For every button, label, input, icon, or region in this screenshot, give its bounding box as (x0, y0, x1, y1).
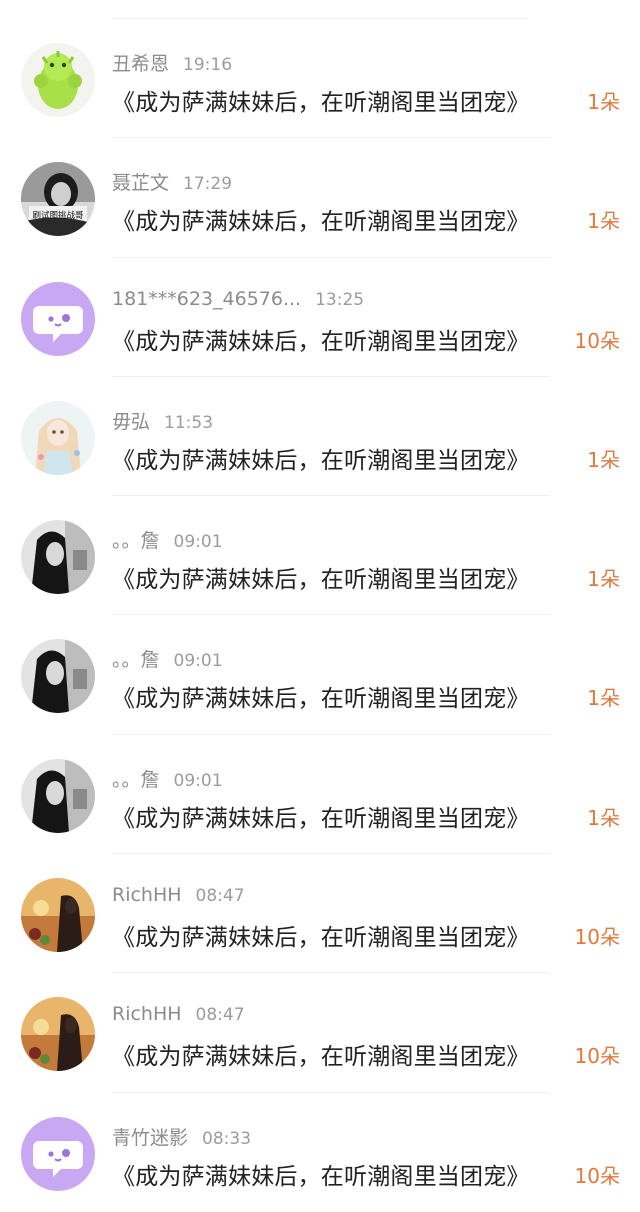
timestamp: 08:47 (195, 1005, 245, 1026)
timestamp: 17:29 (183, 174, 233, 195)
flower-count: 1朵 (587, 90, 620, 114)
flower-count: 1朵 (587, 567, 620, 592)
list-item[interactable]: 丑希恩 19:16 《成为萨满妹妹后，在听潮阁里当团宠》 1朵 (0, 19, 640, 139)
avatar[interactable] (21, 878, 95, 953)
record-meta: 181***623_46576... 13:25 (112, 288, 364, 312)
user-name[interactable]: 。。詹 (112, 645, 160, 672)
flower-count: 1朵 (587, 686, 620, 711)
list-item[interactable]: 毋弘 11:53 《成为萨满妹妹后，在听潮阁里当团宠》 1朵 (0, 377, 640, 497)
list-item[interactable]: 181***623_46576... 13:25 《成为萨满妹妹后，在听潮阁里当… (0, 258, 640, 377)
flower-count: 1朵 (587, 209, 620, 234)
book-title[interactable]: 《成为萨满妹妹后，在听潮阁里当团宠》 (112, 83, 530, 117)
flower-count: 10朵 (574, 925, 620, 950)
flower-count: 10朵 (574, 328, 620, 353)
user-name[interactable]: 181***623_46576... (112, 288, 301, 310)
book-title[interactable]: 《成为萨满妹妹后，在听潮阁里当团宠》 (112, 441, 530, 475)
flower-count: 10朵 (574, 1163, 620, 1188)
avatar[interactable] (21, 997, 95, 1072)
user-name[interactable]: 。。詹 (112, 526, 160, 553)
book-title[interactable]: 《成为萨满妹妹后，在听潮阁里当团宠》 (112, 918, 530, 952)
avatar[interactable] (21, 520, 95, 595)
default-chat-avatar-icon (21, 281, 95, 356)
user-name[interactable]: 毋弘 (112, 407, 150, 434)
record-meta: 。。詹 09:01 (112, 526, 223, 553)
book-title[interactable]: 《成为萨满妹妹后，在听潮阁里当团宠》 (112, 799, 530, 833)
record-meta: RichHH 08:47 (112, 884, 245, 908)
book-title[interactable]: 《成为萨满妹妹后，在听潮阁里当团宠》 (112, 1037, 530, 1071)
book-title[interactable]: 《成为萨满妹妹后，在听潮阁里当团宠》 (112, 202, 530, 236)
avatar[interactable] (21, 1116, 95, 1191)
book-title[interactable]: 《成为萨满妹妹后，在听潮阁里当团宠》 (112, 560, 530, 594)
user-name[interactable]: 聂芷文 (112, 168, 169, 195)
list-item[interactable]: RichHH 08:47 《成为萨满妹妹后，在听潮阁里当团宠》 10朵 (0, 973, 640, 1093)
user-name[interactable]: 青竹迷影 (112, 1123, 188, 1150)
record-meta: 聂芷文 17:29 (112, 168, 233, 195)
bw-girl-avatar-icon (21, 639, 95, 714)
timestamp: 09:01 (173, 770, 223, 791)
sunset-girl-avatar-icon (21, 997, 95, 1072)
user-name[interactable]: 丑希恩 (112, 49, 169, 76)
avatar[interactable] (21, 639, 95, 714)
flower-count: 10朵 (574, 1044, 620, 1069)
timestamp: 08:33 (202, 1128, 252, 1149)
record-meta: 毋弘 11:53 (112, 407, 214, 434)
gift-record-list: 丑希恩 19:16 《成为萨满妹妹后，在听潮阁里当团宠》 1朵 刷试图挑战哥 聂… (0, 19, 640, 1212)
green-figure-avatar-icon (21, 43, 95, 117)
timestamp: 08:47 (195, 886, 245, 907)
list-item[interactable]: 。。詹 09:01 《成为萨满妹妹后，在听潮阁里当团宠》 1朵 (0, 615, 640, 735)
book-title[interactable]: 《成为萨满妹妹后，在听潮阁里当团宠》 (112, 1157, 530, 1191)
record-meta: 青竹迷影 08:33 (112, 1123, 252, 1150)
avatar[interactable]: 刷试图挑战哥 (21, 162, 95, 237)
record-meta: 。。詹 09:01 (112, 645, 223, 672)
record-meta: 丑希恩 19:16 (112, 49, 233, 76)
flower-count: 1朵 (587, 805, 620, 830)
bw-girl-avatar-icon (21, 758, 95, 833)
bw-girl-avatar-icon (21, 520, 95, 595)
timestamp: 19:16 (183, 55, 233, 75)
user-name[interactable]: 。。詹 (112, 765, 160, 792)
user-name[interactable]: RichHH (112, 1003, 182, 1025)
avatar[interactable] (21, 400, 95, 475)
book-title[interactable]: 《成为萨满妹妹后，在听潮阁里当团宠》 (112, 679, 530, 713)
avatar[interactable] (21, 758, 95, 833)
book-title[interactable]: 《成为萨满妹妹后，在听潮阁里当团宠》 (112, 322, 530, 356)
list-item[interactable]: 青竹迷影 08:33 《成为萨满妹妹后，在听潮阁里当团宠》 10朵 (0, 1093, 640, 1212)
record-meta: 。。詹 09:01 (112, 765, 223, 792)
timestamp: 11:53 (164, 412, 214, 433)
avatar[interactable] (21, 43, 95, 117)
timestamp: 09:01 (173, 651, 223, 672)
bw-photo-avatar-icon: 刷试图挑战哥 (21, 162, 95, 237)
list-item[interactable]: 刷试图挑战哥 聂芷文 17:29 《成为萨满妹妹后，在听潮阁里当团宠》 1朵 (0, 138, 640, 258)
flower-count: 1朵 (587, 447, 620, 472)
anime-girl-avatar-icon (21, 400, 95, 475)
list-item[interactable]: 。。詹 09:01 《成为萨满妹妹后，在听潮阁里当团宠》 1朵 (0, 735, 640, 855)
record-meta: RichHH 08:47 (112, 1003, 245, 1027)
sunset-girl-avatar-icon (21, 878, 95, 953)
timestamp: 13:25 (315, 289, 365, 310)
avatar-caption: 刷试图挑战哥 (32, 210, 84, 221)
avatar[interactable] (21, 281, 95, 356)
timestamp: 09:01 (173, 532, 223, 553)
default-chat-avatar-icon (21, 1116, 95, 1191)
list-item[interactable]: RichHH 08:47 《成为萨满妹妹后，在听潮阁里当团宠》 10朵 (0, 854, 640, 974)
list-item[interactable]: 。。詹 09:01 《成为萨满妹妹后，在听潮阁里当团宠》 1朵 (0, 496, 640, 616)
user-name[interactable]: RichHH (112, 884, 182, 906)
